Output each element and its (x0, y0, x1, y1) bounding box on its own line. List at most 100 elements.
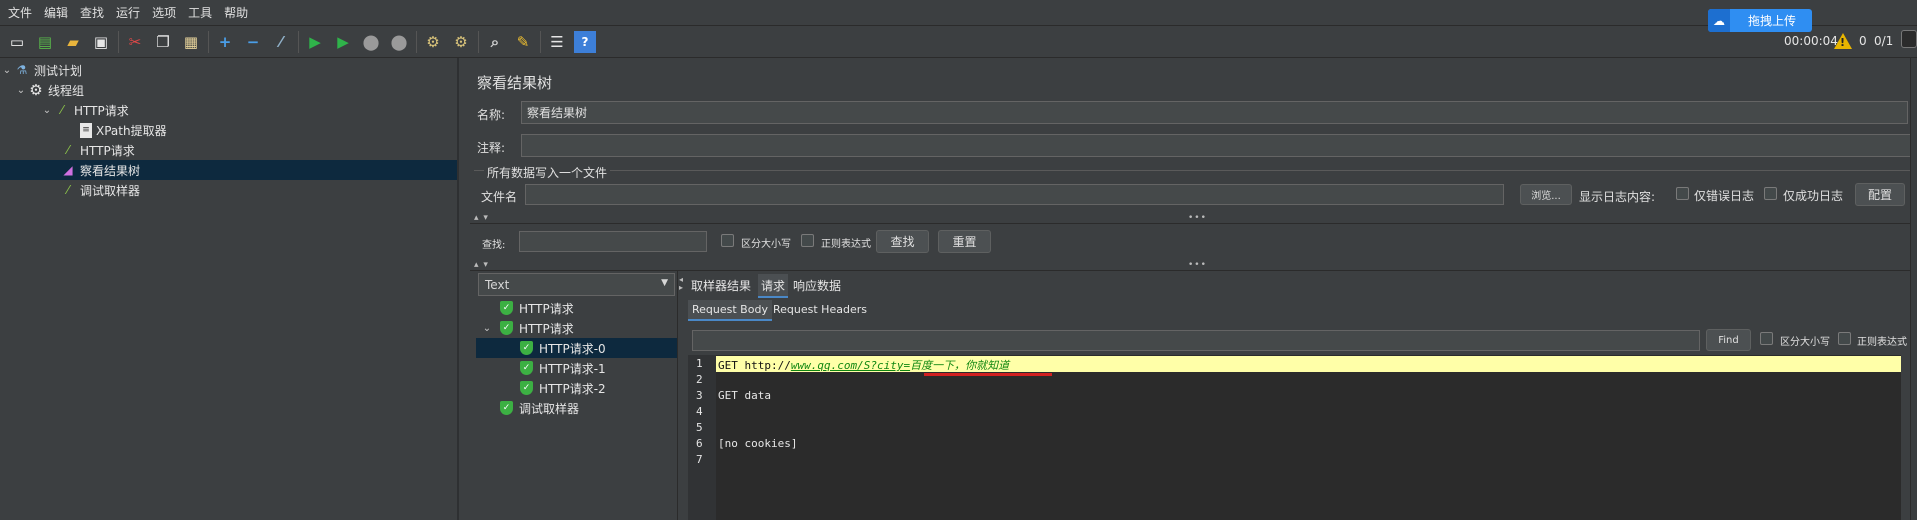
body-find-button[interactable]: Find (1706, 329, 1751, 351)
success-shield-icon: ✓ (500, 321, 513, 335)
body-case-checkbox[interactable] (1760, 332, 1773, 345)
browse-button[interactable]: 浏览... (1520, 184, 1572, 205)
chevron-down-icon: ▼ (661, 278, 668, 288)
search-icon[interactable]: ⌕ (484, 31, 506, 53)
menu-edit[interactable]: 编辑 (38, 4, 74, 21)
reset-search-icon[interactable]: ✎ (512, 31, 534, 53)
chevron-down-icon[interactable]: ⌄ (14, 85, 28, 96)
splitter-handle[interactable]: ••• (1188, 260, 1207, 270)
toolbar-separator (118, 30, 119, 53)
menu-search[interactable]: 查找 (74, 4, 110, 21)
tree-item-view-results-tree[interactable]: ◢ 察看结果树 (0, 160, 457, 180)
tree-item-http-request[interactable]: ⁄ HTTP请求 (60, 140, 135, 160)
filename-label: 文件名 (481, 190, 518, 204)
save-icon[interactable]: ▣ (90, 31, 112, 53)
line-number: 4 (696, 405, 703, 418)
tab-response-data[interactable]: 响应数据 (793, 277, 841, 294)
comment-label: 注释: (477, 141, 506, 155)
collapse-arrows-icon[interactable]: ▴ ▾ (474, 260, 489, 270)
body-search-input[interactable] (692, 330, 1700, 351)
collapse-icon[interactable]: − (242, 31, 264, 53)
case-sensitive-label: 区分大小写 (741, 239, 791, 250)
tree-item-label: XPath提取器 (96, 123, 167, 138)
request-url-link[interactable]: www.qq.com/S?city= (791, 359, 910, 372)
copy-icon[interactable]: ❐ (152, 31, 174, 53)
body-case-label: 区分大小写 (1780, 337, 1830, 348)
renderer-select[interactable]: Text ▼ (478, 273, 675, 296)
comment-input[interactable] (521, 134, 1911, 157)
panel-scrollbar[interactable] (1910, 58, 1917, 520)
tab-sampler-result[interactable]: 取样器结果 (691, 277, 751, 294)
result-item[interactable]: ✓ 调试取样器 (500, 398, 579, 418)
paste-icon[interactable]: ▦ (180, 31, 202, 53)
collapse-arrows-icon[interactable]: ▴ ▾ (474, 213, 489, 223)
expand-icon[interactable]: + (214, 31, 236, 53)
menu-tools[interactable]: 工具 (182, 4, 218, 21)
menu-options[interactable]: 选项 (146, 4, 182, 21)
line-number: 2 (696, 373, 703, 386)
toolbar-separator (478, 30, 479, 53)
find-button[interactable]: 查找 (876, 230, 929, 253)
reset-button[interactable]: 重置 (938, 230, 991, 253)
case-sensitive-checkbox[interactable] (721, 234, 734, 247)
subtab-request-body[interactable]: Request Body (688, 300, 772, 321)
subtab-request-headers[interactable]: Request Headers (773, 303, 867, 316)
regex-checkbox[interactable] (801, 234, 814, 247)
tree-item-xpath-extractor[interactable]: ≡ XPath提取器 (80, 120, 167, 140)
result-item-label: HTTP请求-0 (539, 341, 606, 356)
errors-only-label: 仅错误日志 (1694, 189, 1755, 203)
menu-file[interactable]: 文件 (2, 4, 38, 21)
result-item[interactable]: ✓ HTTP请求-0 (476, 338, 678, 358)
configure-button[interactable]: 配置 (1855, 183, 1905, 206)
chevron-down-icon[interactable]: ⌄ (40, 105, 54, 116)
chevron-down-icon[interactable]: ⌄ (480, 323, 494, 334)
success-only-checkbox[interactable] (1764, 187, 1777, 200)
stop-icon[interactable]: ⬤ (360, 31, 382, 53)
tree-item-test-plan[interactable]: ⌄ ⚗ 测试计划 (0, 60, 457, 80)
clear-icon[interactable]: ⚙ (422, 31, 444, 53)
body-regex-label: 正则表达式 (1857, 337, 1907, 348)
warning-icon[interactable]: ! (1834, 33, 1852, 49)
menu-help[interactable]: 帮助 (218, 4, 254, 21)
result-item[interactable]: ✓ HTTP请求 (500, 298, 574, 318)
result-item[interactable]: ⌄ ✓ HTTP请求 (480, 318, 574, 338)
function-helper-icon[interactable]: ☰ (546, 31, 568, 53)
shutdown-icon[interactable]: ⬤ (388, 31, 410, 53)
filename-input[interactable] (525, 184, 1504, 205)
request-body-editor[interactable]: 1 2 3 4 5 6 7 GET http://www.qq.com/S?ci… (688, 355, 1901, 520)
start-no-pause-icon[interactable]: ▶ (332, 31, 354, 53)
chevron-down-icon[interactable]: ⌄ (0, 65, 14, 76)
toggle-icon[interactable]: ⁄ (270, 31, 292, 53)
search-input[interactable] (519, 231, 707, 252)
document-icon: ≡ (80, 122, 92, 138)
splitter-handle[interactable]: ••• (1188, 213, 1207, 223)
name-label: 名称: (477, 108, 506, 122)
help-icon[interactable]: ? (574, 30, 596, 53)
menu-run[interactable]: 运行 (110, 4, 146, 21)
result-item[interactable]: ✓ HTTP请求-2 (520, 378, 606, 398)
warning-count: 0 (1859, 34, 1867, 48)
tree-item-label: HTTP请求 (80, 143, 135, 158)
tab-request[interactable]: 请求 (758, 274, 789, 298)
clear-all-icon[interactable]: ⚙ (450, 31, 472, 53)
elapsed-timer: 00:00:04 (1784, 34, 1838, 48)
tree-item-debug-sampler[interactable]: ⁄ 调试取样器 (60, 180, 140, 200)
line-number: 6 (696, 437, 703, 450)
name-input[interactable] (521, 101, 1908, 124)
line-number: 7 (696, 453, 703, 466)
code-line-6: [no cookies] (718, 437, 798, 450)
templates-icon[interactable]: ▤ (34, 31, 56, 53)
open-icon[interactable]: ▰ (62, 31, 84, 53)
cut-icon[interactable]: ✂ (124, 31, 146, 53)
line-number: 5 (696, 421, 703, 434)
new-icon[interactable]: ▭ (6, 31, 28, 53)
result-item-label: HTTP请求 (519, 321, 574, 336)
body-regex-checkbox[interactable] (1838, 332, 1851, 345)
tree-item-thread-group[interactable]: ⌄ ⚙ 线程组 (14, 80, 84, 100)
errors-only-checkbox[interactable] (1676, 187, 1689, 200)
line-number: 1 (696, 357, 703, 370)
result-item[interactable]: ✓ HTTP请求-1 (520, 358, 606, 378)
tree-item-http-request[interactable]: ⌄ ⁄ HTTP请求 (40, 100, 129, 120)
splitter-arrows-icon[interactable]: ◂ ▸ (679, 276, 684, 292)
start-icon[interactable]: ▶ (304, 31, 326, 53)
